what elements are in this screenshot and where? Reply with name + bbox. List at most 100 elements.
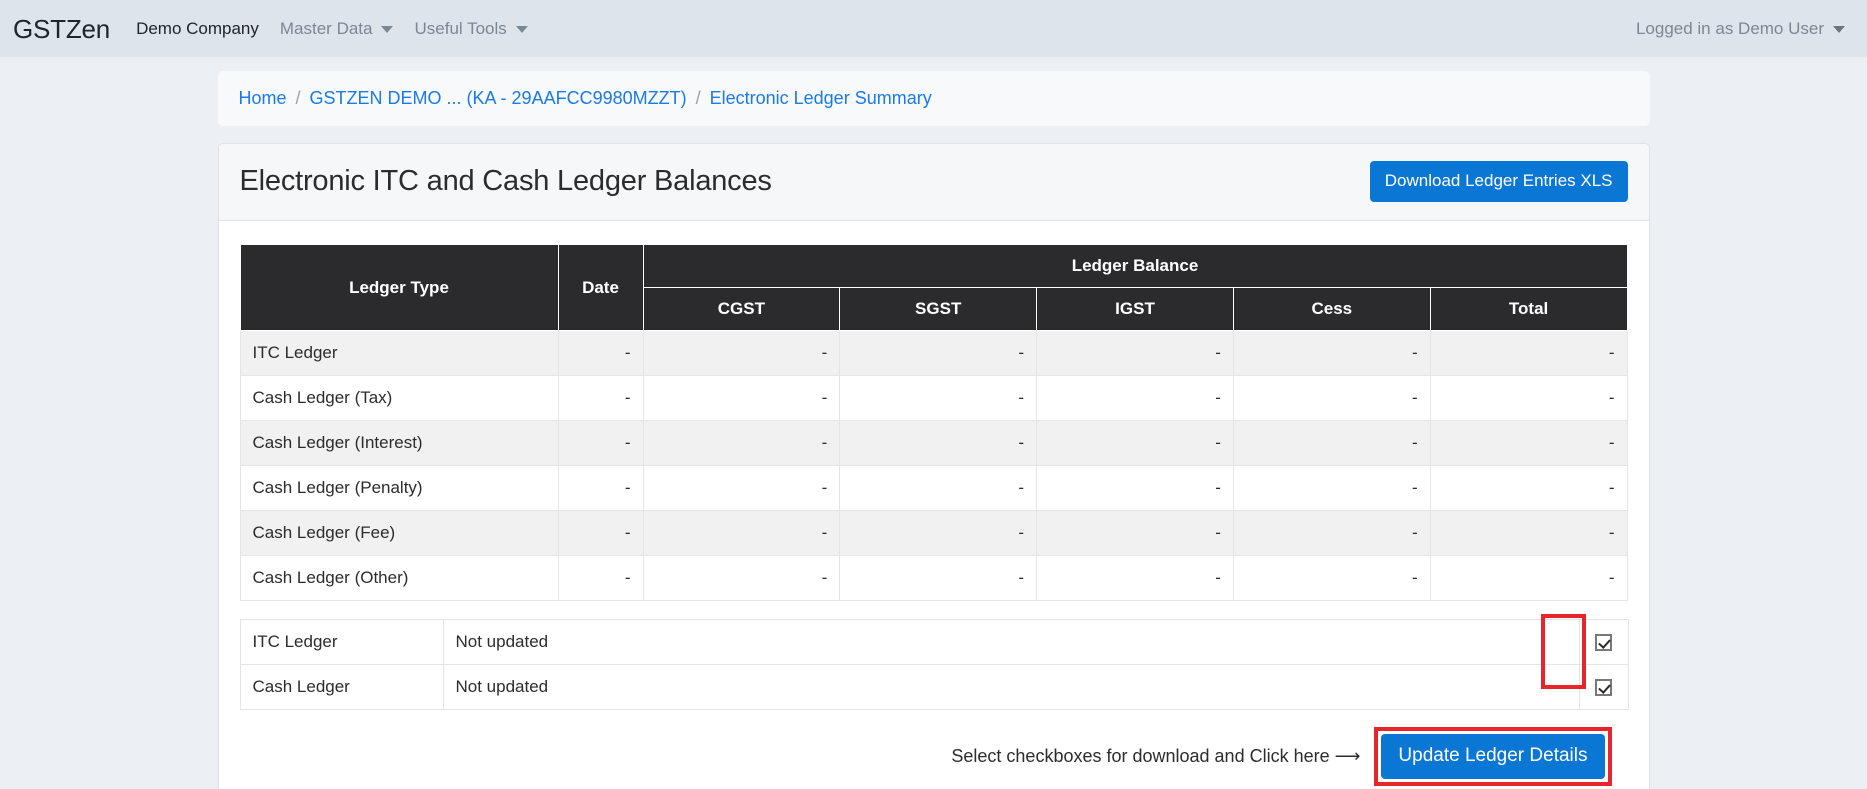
nav-item-demo-company[interactable]: Demo Company bbox=[136, 20, 259, 37]
cell-cgst: - bbox=[642, 510, 841, 557]
cell-cess: - bbox=[1232, 375, 1431, 422]
footer-action-row: Select checkboxes for download and Click… bbox=[240, 727, 1628, 789]
nav-item-master-data[interactable]: Master Data bbox=[280, 20, 394, 37]
cash-ledger-download-checkbox[interactable] bbox=[1595, 679, 1612, 697]
column-header-sgst: SGST bbox=[839, 287, 1038, 332]
cell-status-ledger-name: Cash Ledger bbox=[239, 664, 444, 711]
cell-total: - bbox=[1429, 330, 1628, 377]
table-row: Cash Ledger (Tax) - - - - - - bbox=[239, 375, 1628, 422]
breadcrumb-item-electronic-ledger-summary[interactable]: Electronic Ledger Summary bbox=[710, 88, 932, 109]
cell-sgst: - bbox=[839, 510, 1038, 557]
cell-cess: - bbox=[1232, 420, 1431, 467]
nav-item-label: Useful Tools bbox=[414, 19, 507, 38]
cell-date: - bbox=[557, 330, 644, 377]
chevron-down-icon bbox=[515, 26, 528, 33]
chevron-down-icon bbox=[381, 26, 394, 33]
breadcrumb-item-home[interactable]: Home bbox=[239, 88, 287, 109]
card-header: Electronic ITC and Cash Ledger Balances … bbox=[218, 144, 1649, 222]
cell-ledger-type: Cash Ledger (Other) bbox=[239, 555, 559, 602]
breadcrumb-separator: / bbox=[295, 88, 301, 108]
column-header-ledger-type: Ledger Type bbox=[239, 244, 559, 332]
cell-date: - bbox=[557, 510, 644, 557]
cell-status-value: Not updated bbox=[442, 619, 1580, 666]
table-row: Cash Ledger (Fee) - - - - - - bbox=[239, 510, 1628, 557]
card-body: Ledger Type Date Ledger Balance CGST SGS… bbox=[218, 221, 1649, 789]
content-container: Home / GSTZEN DEMO ... (KA - 29AAFCC9980… bbox=[217, 57, 1650, 789]
cell-igst: - bbox=[1036, 420, 1234, 467]
column-group-header-ledger-balance: Ledger Balance bbox=[642, 244, 1628, 289]
cell-status-ledger-name: ITC Ledger bbox=[239, 619, 444, 666]
cell-ledger-type: ITC Ledger bbox=[239, 330, 559, 377]
cell-igst: - bbox=[1036, 465, 1234, 512]
cell-cgst: - bbox=[642, 375, 841, 422]
table-row: ITC Ledger - - - - - - bbox=[239, 330, 1628, 377]
cell-status-checkbox[interactable] bbox=[1578, 619, 1629, 666]
ledger-status-section: ITC Ledger Not updated Cash Ledger Not u… bbox=[239, 619, 1629, 711]
itc-ledger-download-checkbox[interactable] bbox=[1595, 634, 1612, 652]
column-header-cess: Cess bbox=[1232, 287, 1431, 332]
brand-logo[interactable]: GSTZen bbox=[13, 16, 110, 42]
cell-total: - bbox=[1429, 555, 1628, 602]
cell-total: - bbox=[1429, 510, 1628, 557]
cell-igst: - bbox=[1036, 555, 1234, 602]
status-table-body: ITC Ledger Not updated Cash Ledger Not u… bbox=[239, 619, 1629, 711]
cell-sgst: - bbox=[839, 375, 1038, 422]
user-menu[interactable]: Logged in as Demo User bbox=[1636, 20, 1845, 37]
column-header-igst: IGST bbox=[1036, 287, 1234, 332]
cell-cgst: - bbox=[642, 465, 841, 512]
update-button-highlight: Update Ledger Details bbox=[1374, 727, 1612, 787]
table-row: Cash Ledger (Penalty) - - - - - - bbox=[239, 465, 1628, 512]
cell-cess: - bbox=[1232, 465, 1431, 512]
ledger-balances-table: Ledger Type Date Ledger Balance CGST SGS… bbox=[239, 244, 1628, 602]
cell-cess: - bbox=[1232, 510, 1431, 557]
cell-cess: - bbox=[1232, 330, 1431, 377]
page-title: Electronic ITC and Cash Ledger Balances bbox=[239, 165, 772, 198]
nav-item-useful-tools[interactable]: Useful Tools bbox=[414, 19, 528, 38]
user-menu-label: Logged in as Demo User bbox=[1635, 19, 1824, 38]
cell-ledger-type: Cash Ledger (Interest) bbox=[239, 420, 559, 467]
top-navbar: GSTZen Demo Company Master Data Useful T… bbox=[0, 0, 1867, 57]
cell-cgst: - bbox=[642, 330, 841, 377]
cell-sgst: - bbox=[839, 330, 1038, 377]
breadcrumb: Home / GSTZEN DEMO ... (KA - 29AAFCC9980… bbox=[217, 71, 1650, 126]
nav-item-label: Demo Company bbox=[136, 19, 259, 38]
cell-date: - bbox=[557, 375, 644, 422]
table-row: Cash Ledger (Interest) - - - - - - bbox=[239, 420, 1628, 467]
table-row: Cash Ledger (Other) - - - - - - bbox=[239, 555, 1628, 602]
update-ledger-details-button[interactable]: Update Ledger Details bbox=[1381, 734, 1605, 780]
ledger-card: Electronic ITC and Cash Ledger Balances … bbox=[217, 143, 1650, 789]
download-ledger-entries-xls-button[interactable]: Download Ledger Entries XLS bbox=[1369, 161, 1628, 203]
column-header-total: Total bbox=[1429, 287, 1628, 332]
chevron-down-icon bbox=[1833, 26, 1845, 33]
table-body: ITC Ledger - - - - - - Cash Ledger (Tax)… bbox=[239, 330, 1628, 602]
ledger-status-table: ITC Ledger Not updated Cash Ledger Not u… bbox=[239, 619, 1629, 711]
page-content: Home / GSTZEN DEMO ... (KA - 29AAFCC9980… bbox=[0, 57, 1867, 789]
cell-ledger-type: Cash Ledger (Penalty) bbox=[239, 465, 559, 512]
cell-total: - bbox=[1429, 465, 1628, 512]
download-hint-text: Select checkboxes for download and Click… bbox=[951, 746, 1361, 767]
cell-status-value: Not updated bbox=[442, 664, 1580, 711]
cell-ledger-type: Cash Ledger (Fee) bbox=[239, 510, 559, 557]
column-header-date: Date bbox=[557, 244, 644, 332]
cell-date: - bbox=[557, 420, 644, 467]
cell-igst: - bbox=[1036, 510, 1234, 557]
column-header-cgst: CGST bbox=[642, 287, 841, 332]
table-header-row-group: Ledger Type Date Ledger Balance bbox=[239, 244, 1628, 332]
cell-sgst: - bbox=[839, 555, 1038, 602]
cell-sgst: - bbox=[839, 420, 1038, 467]
cell-status-checkbox[interactable] bbox=[1578, 664, 1629, 711]
breadcrumb-item-gstzen-demo[interactable]: GSTZEN DEMO ... (KA - 29AAFCC9980MZZT) bbox=[310, 88, 687, 109]
table-head: Ledger Type Date Ledger Balance CGST SGS… bbox=[239, 244, 1628, 332]
cell-cgst: - bbox=[642, 420, 841, 467]
cell-igst: - bbox=[1036, 375, 1234, 422]
cell-igst: - bbox=[1036, 330, 1234, 377]
cell-total: - bbox=[1429, 375, 1628, 422]
breadcrumb-separator: / bbox=[695, 88, 701, 108]
cell-sgst: - bbox=[839, 465, 1038, 512]
cell-ledger-type: Cash Ledger (Tax) bbox=[239, 375, 559, 422]
cell-date: - bbox=[557, 555, 644, 602]
cell-date: - bbox=[557, 465, 644, 512]
nav-item-label: Master Data bbox=[279, 19, 373, 38]
cell-cgst: - bbox=[642, 555, 841, 602]
table-row: Cash Ledger Not updated bbox=[239, 664, 1629, 711]
